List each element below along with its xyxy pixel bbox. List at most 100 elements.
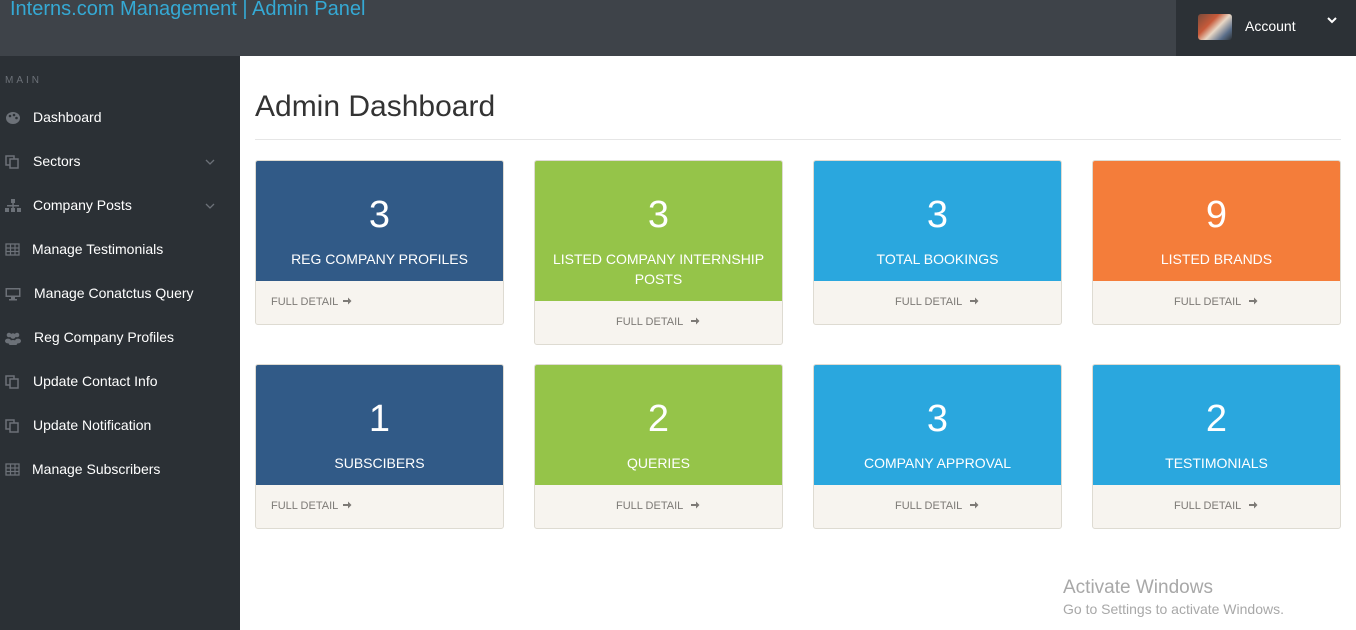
sidebar-item-manage-subscribers[interactable]: Manage Subscribers (0, 448, 240, 492)
arrow-right-icon (970, 501, 979, 509)
card-footer[interactable]: FULL DETAIL (814, 485, 1061, 528)
sidebar-item-manage-testimonials[interactable]: Manage Testimonials (0, 228, 240, 272)
activation-watermark-subtitle: Go to Settings to activate Windows. (1063, 601, 1284, 617)
table-icon (5, 243, 20, 256)
sidebar-item-label: Manage Testimonials (32, 241, 164, 257)
stat-card-body: 1 SUBSCIBERS (256, 365, 503, 485)
card-footer[interactable]: FULL DETAIL (535, 301, 782, 344)
card-footer[interactable]: FULL DETAIL (256, 281, 503, 324)
full-detail-label: FULL DETAIL (1174, 296, 1242, 308)
account-menu[interactable]: Account (1176, 0, 1356, 56)
avatar[interactable] (1198, 14, 1232, 40)
sidebar-item-label: Reg Company Profiles (34, 329, 175, 345)
stat-card-body: 3 COMPANY APPROVAL (814, 365, 1061, 485)
sitemap-icon (5, 199, 21, 212)
account-label[interactable]: Account (1245, 18, 1296, 34)
arrow-right-icon (691, 317, 700, 325)
card-footer[interactable]: FULL DETAIL (535, 485, 782, 528)
full-detail-link[interactable]: FULL DETAIL (895, 296, 979, 308)
arrow-right-icon (1249, 501, 1258, 509)
top-bar: Interns.com Management | Admin Panel Acc… (0, 0, 1356, 56)
full-detail-label: FULL DETAIL (1174, 500, 1242, 512)
stat-value: 3 (647, 194, 670, 236)
stat-value: 3 (926, 194, 949, 236)
stat-value: 3 (368, 194, 391, 236)
stat-card-body: 3 REG COMPANY PROFILES (256, 161, 503, 281)
sidebar-item-dashboard[interactable]: Dashboard (0, 96, 240, 140)
stat-card-subscibers: 1 SUBSCIBERS FULL DETAIL (255, 364, 504, 529)
card-footer[interactable]: FULL DETAIL (1093, 485, 1340, 528)
sidebar-item-company-posts[interactable]: Company Posts (0, 184, 240, 228)
full-detail-label: FULL DETAIL (616, 316, 684, 328)
sidebar-item-sectors[interactable]: Sectors (0, 140, 240, 184)
desktop-icon (5, 288, 21, 301)
stat-label: QUERIES (626, 455, 690, 471)
stat-value: 2 (647, 398, 670, 440)
stat-card-listed-company-internship-posts: 3 LISTED COMPANY INTERNSHIP POSTS FULL D… (534, 160, 783, 345)
stat-card-body: 2 QUERIES (535, 365, 782, 485)
stat-label: TOTAL BOOKINGS (876, 251, 999, 267)
full-detail-link[interactable]: FULL DETAIL (616, 316, 700, 328)
app-title[interactable]: Interns.com Management | Admin Panel (10, 0, 365, 21)
stat-label: LISTED BRANDS (1160, 251, 1273, 267)
sidebar: MAIN Dashboard Sectors Company Posts Man… (0, 56, 240, 630)
full-detail-link[interactable]: FULL DETAIL (1174, 296, 1258, 308)
full-detail-label: FULL DETAIL (271, 500, 339, 512)
stat-card-body: 2 TESTIMONIALS (1093, 365, 1340, 485)
stat-label: TESTIMONIALS (1165, 455, 1268, 471)
sidebar-item-update-contact-info[interactable]: Update Contact Info (0, 360, 240, 404)
stat-card-testimonials: 2 TESTIMONIALS FULL DETAIL (1092, 364, 1341, 529)
chevron-down-icon (205, 159, 215, 165)
activation-watermark-title: Activate Windows (1063, 577, 1213, 598)
full-detail-label: FULL DETAIL (616, 500, 684, 512)
palette-icon (6, 112, 20, 124)
arrow-right-icon (691, 501, 700, 509)
stat-card-body: 3 TOTAL BOOKINGS (814, 161, 1061, 281)
stat-label: REG COMPANY PROFILES (291, 251, 468, 267)
card-footer[interactable]: FULL DETAIL (1093, 281, 1340, 324)
stat-value: 2 (1205, 398, 1228, 440)
card-footer[interactable]: FULL DETAIL (814, 281, 1061, 324)
stat-card-reg-company-profiles: 3 REG COMPANY PROFILES FULL DETAIL (255, 160, 504, 325)
full-detail-link[interactable]: FULL DETAIL (1174, 500, 1258, 512)
card-footer[interactable]: FULL DETAIL (256, 485, 503, 528)
chevron-down-icon (205, 203, 215, 209)
stat-label: SUBSCIBERS (334, 455, 425, 471)
copy-icon (5, 375, 19, 389)
full-detail-link[interactable]: FULL DETAIL (271, 296, 352, 308)
sidebar-item-manage-contactus-query[interactable]: Manage Conatctus Query (0, 272, 240, 316)
full-detail-label: FULL DETAIL (271, 296, 339, 308)
arrow-right-icon (343, 297, 352, 305)
arrow-right-icon (1249, 297, 1258, 305)
users-icon (5, 332, 21, 345)
copy-icon (5, 155, 19, 169)
stat-value: 1 (368, 398, 391, 440)
sidebar-item-update-notification[interactable]: Update Notification (0, 404, 240, 448)
sidebar-item-label: Company Posts (33, 197, 132, 213)
stat-card-body: 3 LISTED COMPANY INTERNSHIP POSTS (535, 161, 782, 301)
stat-card-listed-brands: 9 LISTED BRANDS FULL DETAIL (1092, 160, 1341, 325)
divider (255, 139, 1341, 140)
chevron-down-icon[interactable] (1326, 14, 1338, 26)
sidebar-item-label: Manage Conatctus Query (34, 285, 194, 301)
full-detail-link[interactable]: FULL DETAIL (271, 500, 352, 512)
table-icon (5, 463, 20, 476)
sidebar-item-label: Dashboard (33, 109, 102, 125)
full-detail-link[interactable]: FULL DETAIL (895, 500, 979, 512)
full-detail-label: FULL DETAIL (895, 500, 963, 512)
stat-value: 9 (1205, 194, 1228, 236)
stat-card-body: 9 LISTED BRANDS (1093, 161, 1340, 281)
sidebar-heading: MAIN (5, 75, 42, 86)
sidebar-item-reg-company-profiles[interactable]: Reg Company Profiles (0, 316, 240, 360)
sidebar-item-label: Update Notification (33, 417, 152, 433)
arrow-right-icon (343, 501, 352, 509)
stat-label: LISTED COMPANY INTERNSHIP POSTS (552, 251, 765, 287)
stat-card-total-bookings: 3 TOTAL BOOKINGS FULL DETAIL (813, 160, 1062, 325)
stat-value: 3 (926, 398, 949, 440)
sidebar-item-label: Sectors (33, 153, 81, 169)
full-detail-link[interactable]: FULL DETAIL (616, 500, 700, 512)
sidebar-item-label: Update Contact Info (33, 373, 158, 389)
sidebar-item-label: Manage Subscribers (32, 461, 161, 477)
arrow-right-icon (970, 297, 979, 305)
stat-card-queries: 2 QUERIES FULL DETAIL (534, 364, 783, 529)
